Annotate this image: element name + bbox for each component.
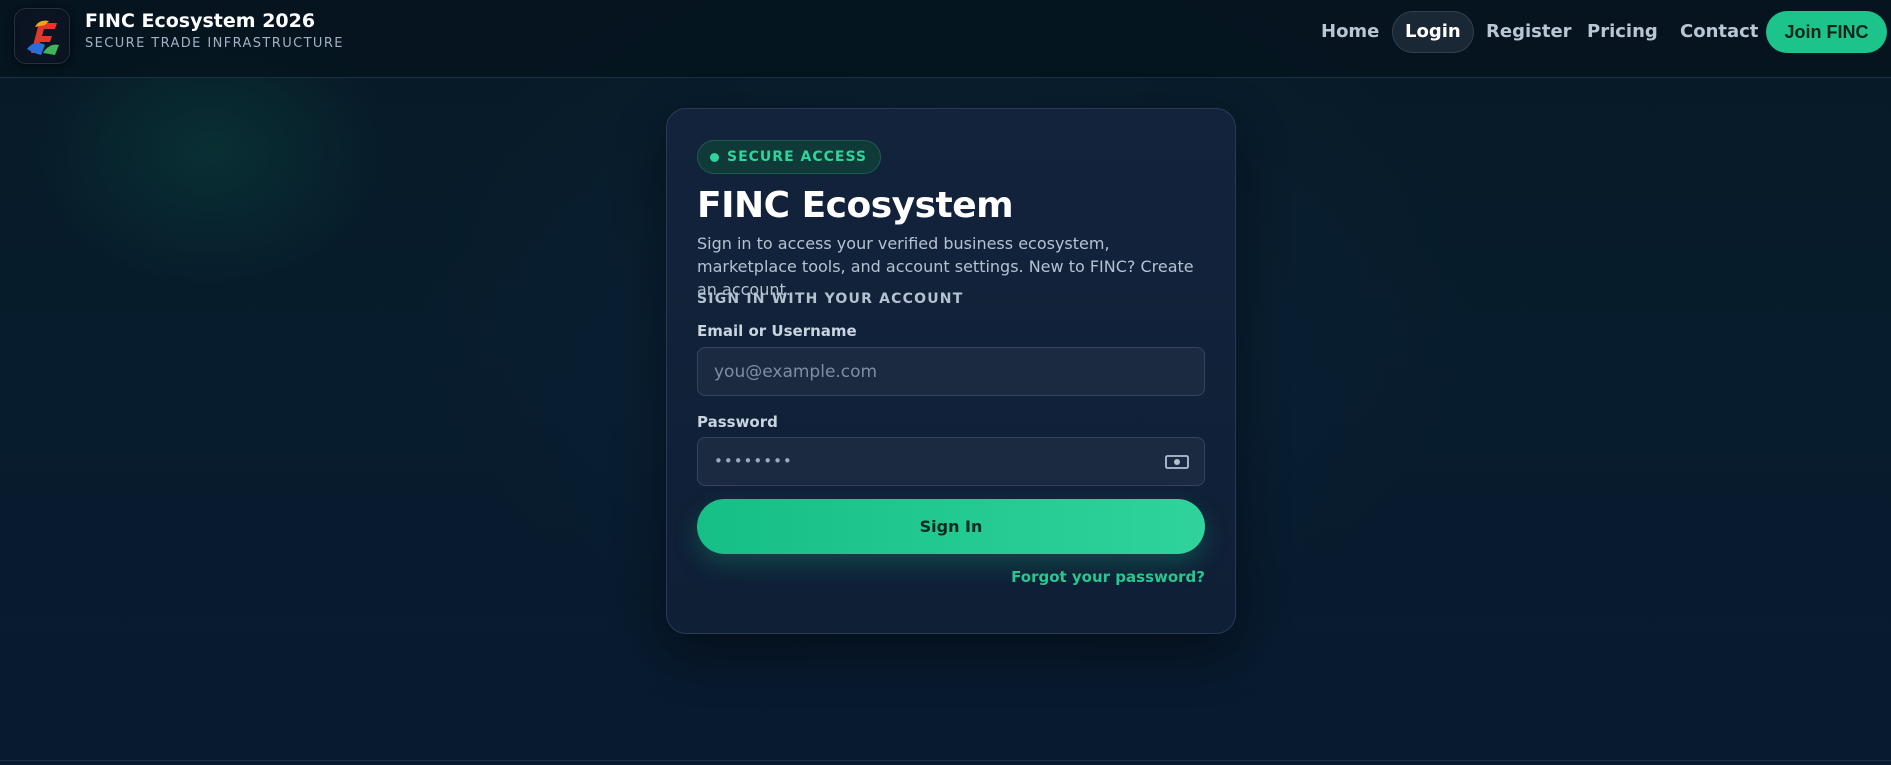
eye-icon[interactable] [1164,452,1190,472]
secure-access-badge: SECURE ACCESS [697,140,881,174]
footer-divider [0,760,1891,761]
email-label: Email or Username [697,322,857,340]
password-field[interactable]: •••••••• [697,437,1205,486]
password-masked-value[interactable]: •••••••• [714,438,793,485]
email-field-wrapper [697,347,1205,396]
top-navigation-bar: FINC Ecosystem 2026 SECURE TRADE INFRAST… [0,0,1891,78]
finc-logo-icon[interactable] [14,8,70,64]
forgot-password-link[interactable]: Forgot your password? [1011,568,1205,586]
status-dot-icon [710,152,719,162]
nav-contact[interactable]: Contact [1680,11,1758,53]
email-input[interactable] [698,348,1204,395]
card-title: FINC Ecosystem [697,185,1014,226]
nav-home[interactable]: Home [1321,11,1379,53]
nav-login[interactable]: Login [1392,11,1474,53]
password-label: Password [697,413,778,431]
sign-in-button[interactable]: Sign In [697,499,1205,554]
sign-in-section-label: SIGN IN WITH YOUR ACCOUNT [697,291,964,307]
nav-pricing[interactable]: Pricing [1587,11,1658,53]
nav-register[interactable]: Register [1486,11,1572,53]
join-finc-button[interactable]: Join FINC [1766,11,1887,53]
badge-label: SECURE ACCESS [727,149,867,165]
brand-title: FINC Ecosystem 2026 [85,10,316,32]
brand-subtitle: SECURE TRADE INFRASTRUCTURE [85,36,344,51]
login-card: SECURE ACCESS FINC Ecosystem Sign in to … [666,108,1236,634]
